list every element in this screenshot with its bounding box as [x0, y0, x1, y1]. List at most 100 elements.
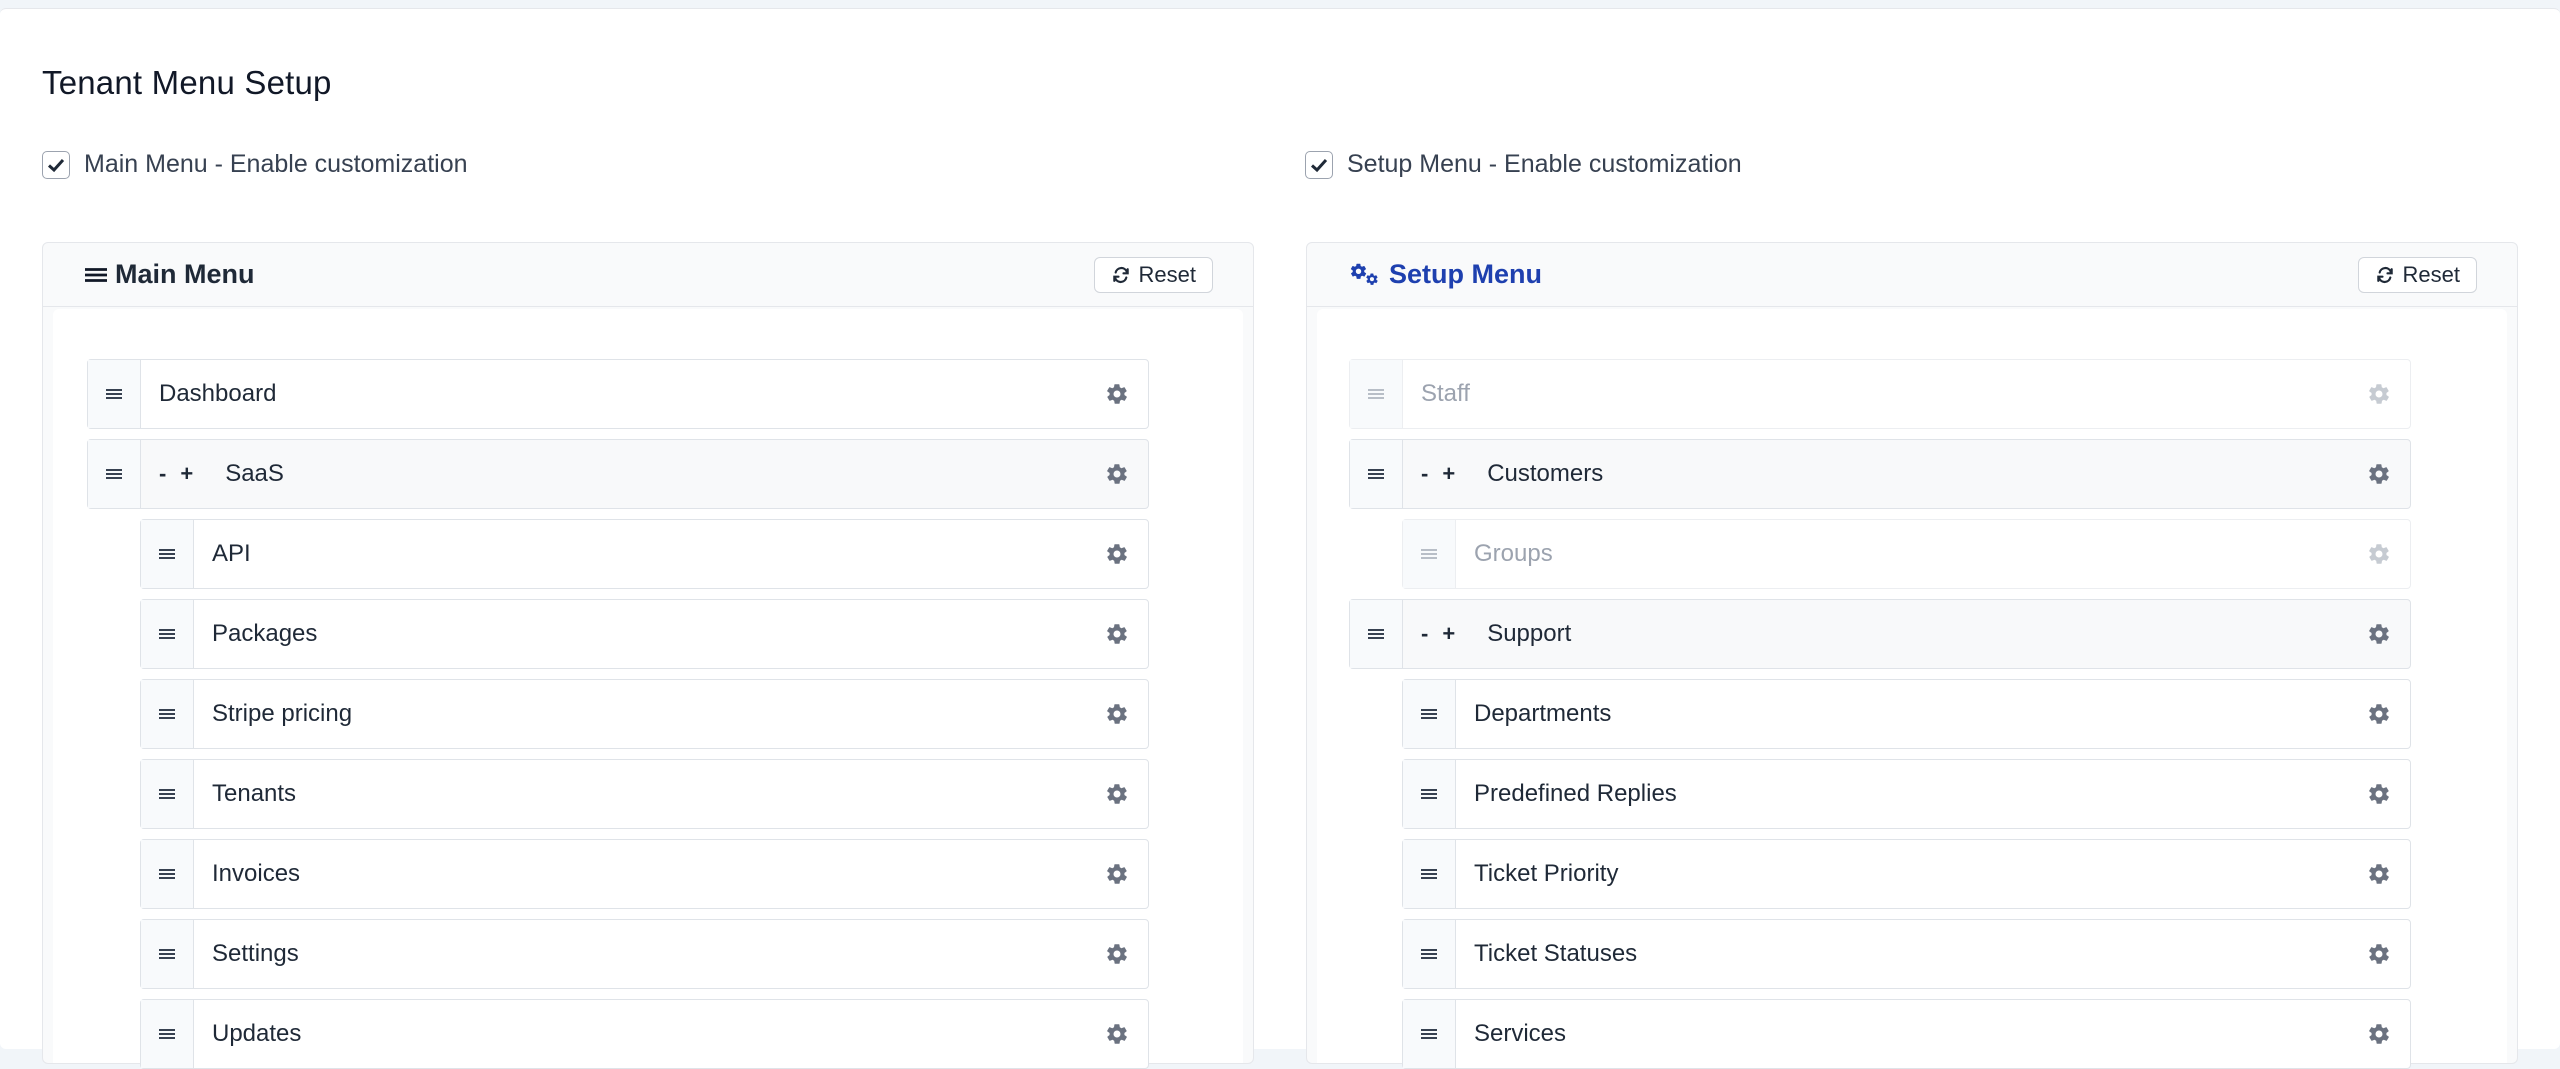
menu-item-staff[interactable]: Staff: [1349, 359, 2411, 429]
menu-item-predefined-replies[interactable]: Predefined Replies: [1402, 759, 2411, 829]
menu-item-saas[interactable]: - + SaaS: [87, 439, 1149, 509]
expand-toggle[interactable]: +: [180, 461, 193, 486]
drag-handle-icon[interactable]: [1403, 760, 1456, 828]
main-menu-title-text: Main Menu: [115, 259, 255, 289]
settings-gear-icon[interactable]: [1086, 760, 1148, 828]
setup-menu-panel: Setup Menu Reset Staff - + Customers Grou…: [1306, 242, 2518, 1069]
setup-menu-reset-button[interactable]: Reset: [2357, 256, 2477, 293]
menu-item-label: Tenants: [212, 780, 297, 807]
menu-item-settings[interactable]: Settings: [140, 919, 1149, 989]
drag-handle-icon[interactable]: [141, 600, 194, 668]
settings-gear-icon[interactable]: [2348, 760, 2410, 828]
menu-item-invoices[interactable]: Invoices: [140, 839, 1149, 909]
menu-item-label: Settings: [212, 940, 299, 967]
menu-item-label: Support: [1487, 620, 1572, 647]
menu-item-label: API: [212, 540, 251, 567]
settings-gear-icon[interactable]: [1086, 920, 1148, 988]
menu-item-customers[interactable]: - + Customers: [1349, 439, 2411, 509]
drag-handle-icon[interactable]: [141, 760, 194, 828]
drag-handle-icon[interactable]: [1350, 440, 1403, 508]
settings-gear-icon[interactable]: [2348, 920, 2410, 988]
drag-handle-icon[interactable]: [141, 680, 194, 748]
main-menu-customization-option[interactable]: Main Menu - Enable customization: [42, 150, 468, 179]
main-menu-checkbox[interactable]: [42, 150, 70, 179]
main-menu-panel: Main Menu Reset Dashboard - + SaaS API P…: [42, 242, 1254, 1069]
menu-item-packages[interactable]: Packages: [140, 599, 1149, 669]
menu-item-label: Staff: [1421, 380, 1470, 407]
refresh-icon: [2376, 266, 2393, 283]
menu-item-stripe-pricing[interactable]: Stripe pricing: [140, 679, 1149, 749]
setup-menu-customization-option[interactable]: Setup Menu - Enable customization: [1305, 150, 1742, 179]
menu-item-ticket-priority[interactable]: Ticket Priority: [1402, 839, 2411, 909]
drag-handle-icon[interactable]: [141, 1000, 194, 1068]
settings-gear-icon[interactable]: [1086, 360, 1148, 428]
collapse-toggle[interactable]: -: [1421, 621, 1428, 646]
menu-item-label: Dashboard: [159, 380, 277, 407]
settings-gear-icon[interactable]: [2348, 680, 2410, 748]
setup-menu-panel-header: Setup Menu Reset: [1307, 243, 2517, 307]
expand-collapse-toggles[interactable]: - +: [1421, 621, 1469, 647]
expand-toggle[interactable]: +: [1442, 461, 1455, 486]
collapse-toggle[interactable]: -: [159, 461, 166, 486]
expand-collapse-toggles[interactable]: - +: [1421, 461, 1469, 487]
settings-gear-icon[interactable]: [2348, 840, 2410, 908]
drag-handle-icon[interactable]: [141, 840, 194, 908]
drag-handle-icon[interactable]: [1403, 680, 1456, 748]
drag-handle-icon[interactable]: [1403, 920, 1456, 988]
menu-item-services[interactable]: Services: [1402, 999, 2411, 1069]
settings-gear-icon[interactable]: [2348, 1000, 2410, 1068]
menu-item-departments[interactable]: Departments: [1402, 679, 2411, 749]
menu-item-label: Departments: [1474, 700, 1612, 727]
drag-handle-icon[interactable]: [1350, 600, 1403, 668]
menu-item-dashboard[interactable]: Dashboard: [87, 359, 1149, 429]
expand-collapse-toggles[interactable]: - +: [159, 461, 207, 487]
menu-item-label: SaaS: [225, 460, 284, 487]
setup-menu-title: Setup Menu: [1349, 259, 1542, 290]
main-menu-reset-button[interactable]: Reset: [1093, 256, 1213, 293]
menu-item-label: Predefined Replies: [1474, 780, 1677, 807]
setup-menu-list: Staff - + Customers Groups - + Support D…: [1317, 309, 2507, 1069]
cogs-icon: [1350, 263, 1378, 285]
drag-handle-icon[interactable]: [1350, 360, 1403, 428]
menu-item-label: Packages: [212, 620, 318, 647]
settings-gear-icon[interactable]: [1086, 600, 1148, 668]
menu-item-tenants[interactable]: Tenants: [140, 759, 1149, 829]
setup-menu-reset-label: Reset: [2402, 261, 2460, 287]
settings-gear-icon[interactable]: [2348, 360, 2410, 428]
menu-item-label: Groups: [1474, 540, 1553, 567]
settings-gear-icon[interactable]: [1086, 840, 1148, 908]
bars-icon: [85, 265, 107, 285]
drag-handle-icon[interactable]: [1403, 520, 1456, 588]
settings-gear-icon[interactable]: [1086, 440, 1148, 508]
refresh-icon: [1112, 266, 1129, 283]
settings-gear-icon[interactable]: [1086, 680, 1148, 748]
menu-item-label: Updates: [212, 1020, 302, 1047]
drag-handle-icon[interactable]: [141, 920, 194, 988]
main-menu-reset-label: Reset: [1138, 261, 1196, 287]
menu-item-ticket-statuses[interactable]: Ticket Statuses: [1402, 919, 2411, 989]
settings-gear-icon[interactable]: [2348, 600, 2410, 668]
main-menu-panel-header: Main Menu Reset: [43, 243, 1253, 307]
drag-handle-icon[interactable]: [88, 440, 141, 508]
settings-gear-icon[interactable]: [2348, 440, 2410, 508]
settings-gear-icon[interactable]: [2348, 520, 2410, 588]
menu-item-updates[interactable]: Updates: [140, 999, 1149, 1069]
setup-menu-checkbox[interactable]: [1305, 150, 1333, 179]
setup-menu-title-text: Setup Menu: [1389, 259, 1542, 289]
drag-handle-icon[interactable]: [141, 520, 194, 588]
setup-menu-checkbox-label: Setup Menu - Enable customization: [1347, 150, 1742, 178]
main-menu-list: Dashboard - + SaaS API Packages Stripe pr…: [53, 309, 1243, 1069]
collapse-toggle[interactable]: -: [1421, 461, 1428, 486]
menu-item-label: Ticket Statuses: [1474, 940, 1638, 967]
settings-gear-icon[interactable]: [1086, 1000, 1148, 1068]
settings-gear-icon[interactable]: [1086, 520, 1148, 588]
menu-item-support[interactable]: - + Support: [1349, 599, 2411, 669]
menu-item-api[interactable]: API: [140, 519, 1149, 589]
drag-handle-icon[interactable]: [88, 360, 141, 428]
menu-item-groups[interactable]: Groups: [1402, 519, 2411, 589]
drag-handle-icon[interactable]: [1403, 1000, 1456, 1068]
expand-toggle[interactable]: +: [1442, 621, 1455, 646]
main-menu-title: Main Menu: [85, 259, 255, 290]
menu-item-label: Services: [1474, 1020, 1567, 1047]
drag-handle-icon[interactable]: [1403, 840, 1456, 908]
